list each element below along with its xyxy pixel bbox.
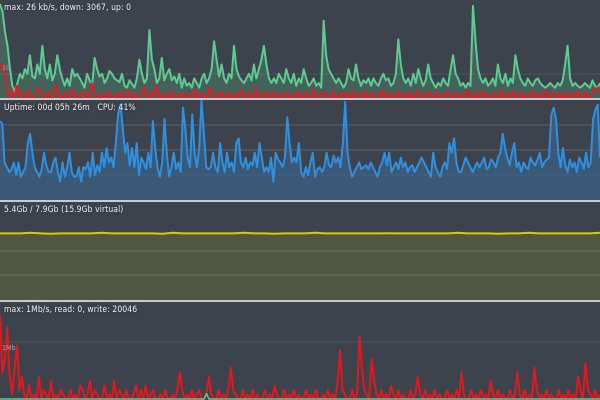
disk-scale-label: 1Mb — [2, 344, 16, 352]
uptime-cpu-label: Uptime: 00d 05h 26m CPU: 41% — [4, 103, 136, 113]
memory-usage-area — [0, 232, 600, 300]
cpu-graph — [0, 100, 600, 200]
disk-graph — [0, 314, 600, 400]
network-graph — [0, 3, 600, 98]
memory-usage-line — [0, 231, 600, 235]
network-scale-label: 10 — [2, 64, 11, 72]
cpu-graph-panel: Uptime: 00d 05h 26m CPU: 41% — [0, 100, 600, 200]
disk-graph-panel: 1Mb max: 1Mb/s, read: 0, write: 20046 — [0, 302, 600, 400]
network-graph-panel: 10 max: 26 kb/s, down: 3067, up: 0 — [0, 0, 600, 98]
network-down-line — [0, 3, 600, 94]
disk-write-line — [0, 314, 600, 400]
system-monitor: 10 max: 26 kb/s, down: 3067, up: 0 Uptim… — [0, 0, 600, 400]
memory-graph — [0, 231, 600, 300]
memory-graph-panel: 5.4Gb / 7.9Gb (15.9Gb virtual) — [0, 202, 600, 300]
memory-usage-label: 5.4Gb / 7.9Gb (15.9Gb virtual) — [4, 205, 124, 215]
network-down-area — [0, 4, 600, 98]
network-status-label: max: 26 kb/s, down: 3067, up: 0 — [4, 3, 132, 13]
disk-io-label: max: 1Mb/s, read: 0, write: 20046 — [4, 305, 138, 315]
